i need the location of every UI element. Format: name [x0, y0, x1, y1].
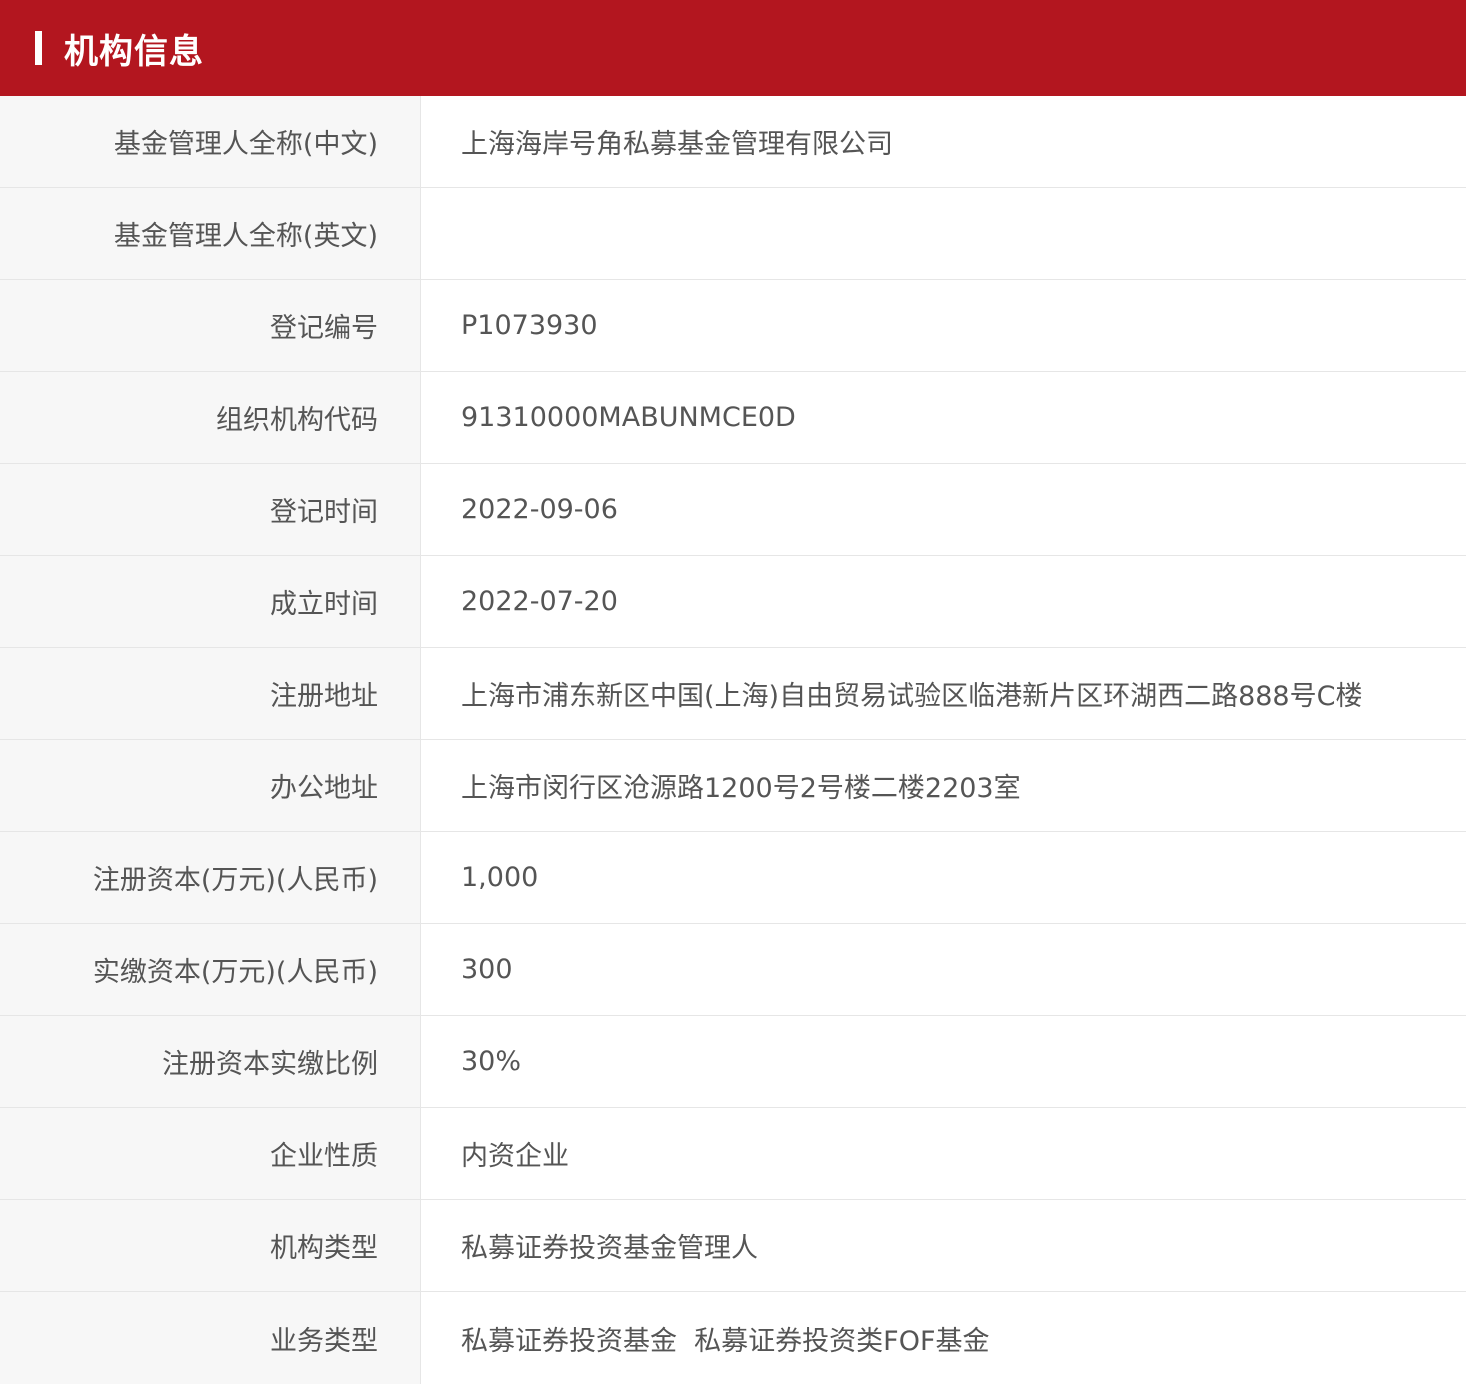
info-row-org-code: 组织机构代码 91310000MABUNMCE0D [0, 372, 1466, 464]
header-accent-bar [35, 31, 42, 65]
info-row-name-cn: 基金管理人全称(中文) 上海海岸号角私募基金管理有限公司 [0, 96, 1466, 188]
row-label: 成立时间 [0, 556, 421, 647]
row-label: 注册资本实缴比例 [0, 1016, 421, 1107]
row-label: 基金管理人全称(英文) [0, 188, 421, 279]
row-value: 私募证券投资基金管理人 [461, 1233, 758, 1264]
info-row-office-address: 办公地址 上海市闵行区沧源路1200号2号楼二楼2203室 [0, 740, 1466, 832]
info-row-enterprise-nature: 企业性质 内资企业 [0, 1108, 1466, 1200]
row-label: 组织机构代码 [0, 372, 421, 463]
row-label: 注册地址 [0, 648, 421, 739]
info-row-registered-capital: 注册资本(万元)(人民币) 1,000 [0, 832, 1466, 924]
row-value: 2022-07-20 [461, 586, 618, 617]
section-header: 机构信息 [0, 0, 1466, 96]
row-value: 91310000MABUNMCE0D [461, 402, 796, 433]
institution-info-table: 基金管理人全称(中文) 上海海岸号角私募基金管理有限公司 基金管理人全称(英文)… [0, 96, 1466, 1384]
info-row-established-date: 成立时间 2022-07-20 [0, 556, 1466, 648]
info-row-paid-in-capital: 实缴资本(万元)(人民币) 300 [0, 924, 1466, 1016]
row-value: 上海市浦东新区中国(上海)自由贸易试验区临港新片区环湖西二路888号C楼 [461, 681, 1363, 712]
row-value: 2022-09-06 [461, 494, 618, 525]
info-row-institution-type: 机构类型 私募证券投资基金管理人 [0, 1200, 1466, 1292]
row-value: 上海海岸号角私募基金管理有限公司 [461, 129, 893, 160]
row-value: 内资企业 [461, 1141, 569, 1172]
row-value: 1,000 [461, 862, 539, 893]
row-value: 300 [461, 954, 513, 985]
info-row-business-type: 业务类型 私募证券投资基金 私募证券投资类FOF基金 [0, 1292, 1466, 1384]
info-row-paid-in-ratio: 注册资本实缴比例 30% [0, 1016, 1466, 1108]
row-value: P1073930 [461, 310, 598, 341]
row-label: 业务类型 [0, 1292, 421, 1384]
row-value: 私募证券投资基金 私募证券投资类FOF基金 [461, 1325, 990, 1357]
info-row-name-en: 基金管理人全称(英文) [0, 188, 1466, 280]
section-title: 机构信息 [64, 31, 204, 72]
info-row-registration-number: 登记编号 P1073930 [0, 280, 1466, 372]
info-row-registered-address: 注册地址 上海市浦东新区中国(上海)自由贸易试验区临港新片区环湖西二路888号C… [0, 648, 1466, 740]
row-label: 登记时间 [0, 464, 421, 555]
row-value: 30% [461, 1046, 522, 1077]
row-label: 机构类型 [0, 1200, 421, 1291]
row-label: 实缴资本(万元)(人民币) [0, 924, 421, 1015]
row-value: 上海市闵行区沧源路1200号2号楼二楼2203室 [461, 773, 1021, 804]
row-label: 登记编号 [0, 280, 421, 371]
row-value [421, 188, 1466, 279]
row-label: 注册资本(万元)(人民币) [0, 832, 421, 923]
info-row-registration-date: 登记时间 2022-09-06 [0, 464, 1466, 556]
row-label: 企业性质 [0, 1108, 421, 1199]
row-label: 基金管理人全称(中文) [0, 96, 421, 187]
row-label: 办公地址 [0, 740, 421, 831]
